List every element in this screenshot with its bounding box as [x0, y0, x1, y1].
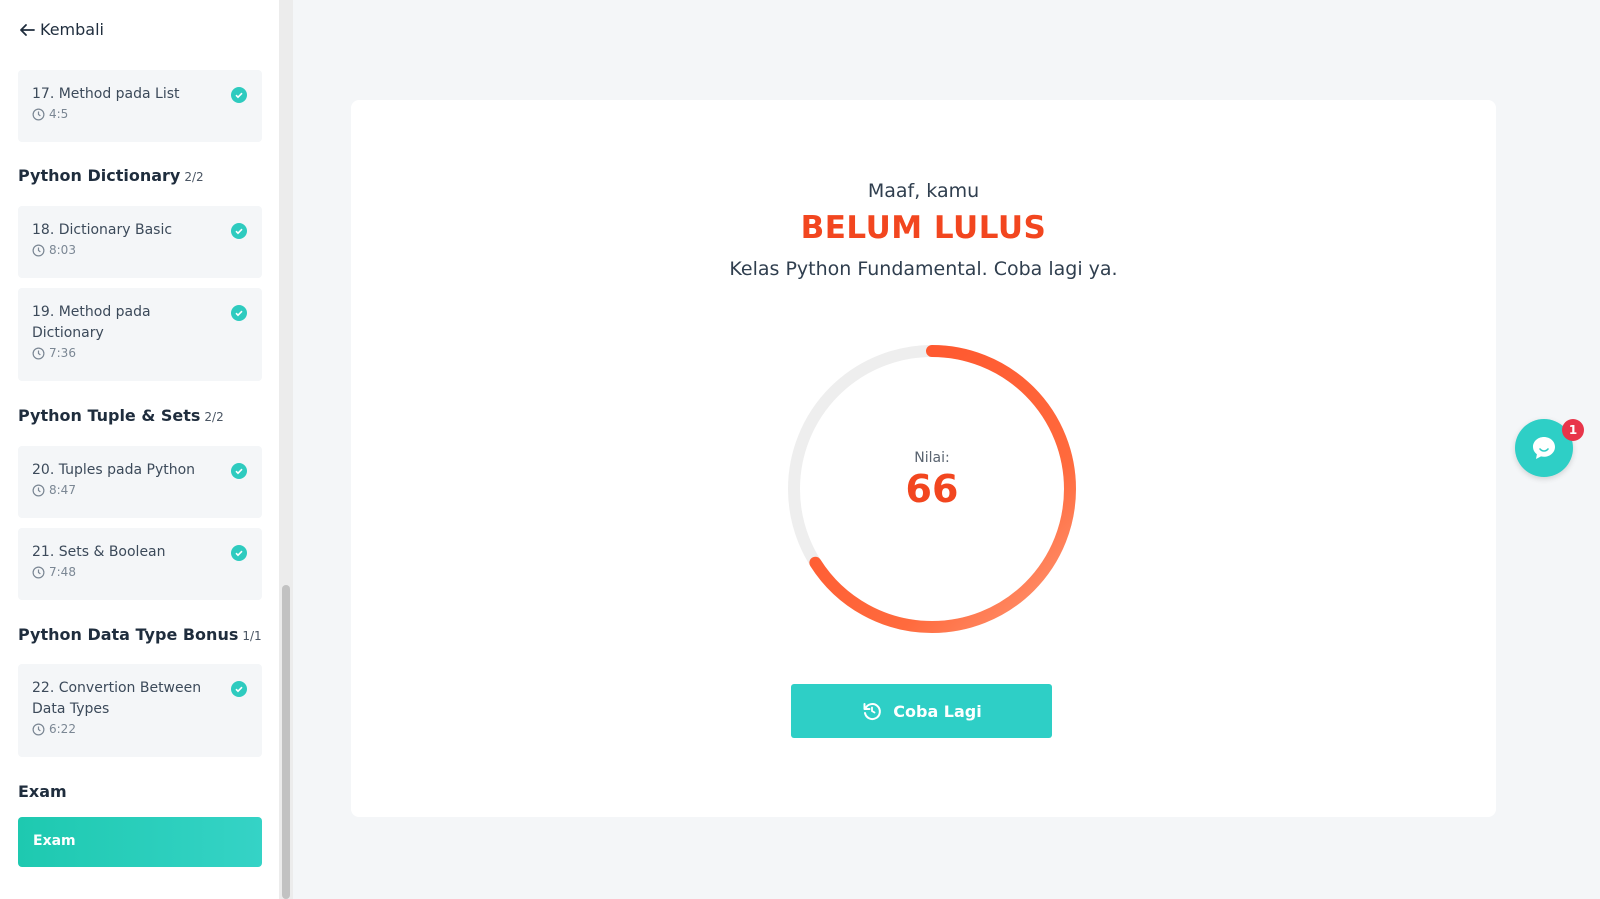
duration-text: 6:22	[49, 722, 76, 736]
lesson-title: 17. Method pada List	[32, 86, 180, 102]
duration-text: 7:36	[49, 346, 76, 360]
check-circle-icon	[231, 463, 247, 479]
back-link[interactable]: Kembali	[18, 20, 104, 39]
check-circle-icon	[231, 87, 247, 103]
section-title: Python Data Type Bonus	[18, 625, 239, 644]
section-python-tuple-sets: Python Tuple & Sets 2/2	[18, 406, 224, 425]
section-count: 1/1	[242, 629, 262, 643]
result-status: BELUM LULUS	[800, 210, 1047, 246]
retry-button[interactable]: Coba Lagi	[791, 684, 1052, 738]
duration-text: 4:5	[49, 107, 69, 121]
section-title: Python Tuple & Sets	[18, 406, 201, 425]
sorry-text: Maaf, kamu	[867, 180, 980, 202]
arrow-left-icon	[20, 23, 35, 36]
chat-bubble-icon	[1533, 437, 1555, 459]
clock-icon	[32, 566, 45, 578]
lesson-duration: 8:03	[32, 243, 222, 257]
lesson-title: 19. Method pada Dictionary	[32, 304, 151, 341]
scrollbar-thumb[interactable]	[282, 585, 290, 899]
check-circle-icon	[231, 681, 247, 697]
section-count: 2/2	[204, 410, 224, 424]
lesson-title: 22. Convertion Between Data Types	[32, 680, 202, 717]
check-circle-icon	[231, 545, 247, 561]
back-label: Kembali	[40, 20, 104, 39]
clock-icon	[32, 347, 45, 359]
section-exam: Exam	[18, 782, 67, 801]
score-value: 66	[905, 467, 959, 511]
section-title: Python Dictionary	[18, 166, 181, 185]
result-description: Kelas Python Fundamental. Coba lagi ya.	[729, 258, 1118, 280]
lesson-title: 21. Sets & Boolean	[32, 544, 166, 560]
retry-label: Coba Lagi	[893, 701, 982, 721]
course-sidebar: Kembali 17. Method pada List 4:5 Python …	[0, 0, 279, 899]
lesson-item-18[interactable]: 18. Dictionary Basic 8:03	[18, 206, 262, 278]
clock-icon	[32, 484, 45, 496]
lesson-item-19[interactable]: 19. Method pada Dictionary 7:36	[18, 288, 262, 381]
section-python-data-type-bonus: Python Data Type Bonus 1/1	[18, 625, 262, 644]
lesson-duration: 7:48	[32, 565, 222, 579]
clock-icon	[32, 244, 45, 256]
duration-text: 8:03	[49, 243, 76, 257]
chat-notification-badge: 1	[1562, 419, 1584, 441]
lesson-duration: 7:36	[32, 346, 222, 360]
check-circle-icon	[231, 223, 247, 239]
lesson-item-21[interactable]: 21. Sets & Boolean 7:48	[18, 528, 262, 600]
section-python-dictionary: Python Dictionary 2/2	[18, 166, 204, 185]
sidebar-scrollbar[interactable]	[279, 0, 293, 899]
lesson-duration: 8:47	[32, 483, 222, 497]
lesson-item-20[interactable]: 20. Tuples pada Python 8:47	[18, 446, 262, 518]
clock-icon	[32, 108, 45, 120]
section-count: 2/2	[184, 170, 204, 184]
duration-text: 7:48	[49, 565, 76, 579]
retry-icon	[863, 703, 882, 720]
lesson-item-17[interactable]: 17. Method pada List 4:5	[18, 70, 262, 142]
lesson-title: 18. Dictionary Basic	[32, 222, 173, 238]
lesson-duration: 4:5	[32, 107, 222, 121]
lesson-title: 20. Tuples pada Python	[32, 462, 196, 478]
exam-button[interactable]: Exam	[18, 817, 262, 867]
lesson-item-22[interactable]: 22. Convertion Between Data Types 6:22	[18, 664, 262, 757]
score-label: Nilai:	[914, 450, 950, 466]
section-title: Exam	[18, 782, 67, 801]
check-circle-icon	[231, 305, 247, 321]
duration-text: 8:47	[49, 483, 76, 497]
clock-icon	[32, 723, 45, 735]
lesson-duration: 6:22	[32, 722, 222, 736]
result-panel: Maaf, kamu BELUM LULUS Kelas Python Fund…	[351, 100, 1496, 817]
